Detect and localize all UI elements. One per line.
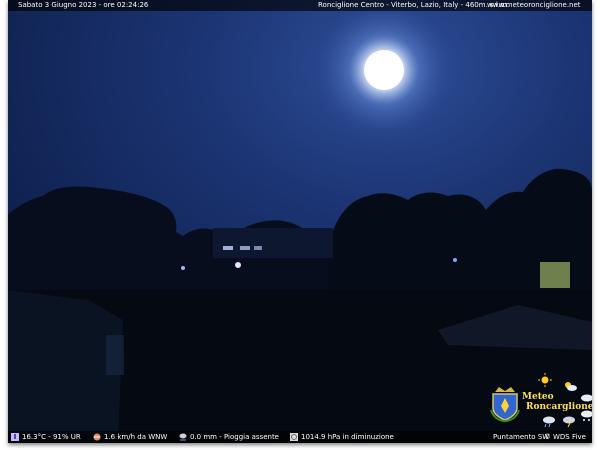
camera-model-label: WDS Five <box>553 433 586 441</box>
wind-value: 1.6 km/h da WNW <box>104 433 168 441</box>
overlay-bottom-bar: 16.3°C - 91% UR 1.6 km/h da WNW 0.0 mm -… <box>8 431 592 443</box>
cloud-icon <box>581 394 592 402</box>
pressure-value: 1014.9 hPa in diminuzione <box>301 433 394 441</box>
rain-cloud-icon <box>543 416 555 428</box>
camera-direction-label: Puntamento SW <box>493 433 550 441</box>
rain-value: 0.0 mm - Pioggia assente <box>190 433 279 441</box>
sun-cloud-icon <box>565 382 577 391</box>
rain-icon <box>179 433 187 441</box>
barometer-icon <box>290 433 298 441</box>
logo-line-1: Meteo <box>522 392 554 402</box>
meteo-logo: Meteo Roncarglione <box>486 372 592 428</box>
storm-cloud-icon <box>563 416 575 428</box>
website-link[interactable]: www.meteoronciglione.net <box>487 0 581 11</box>
datetime-label: Sabato 3 Giugno 2023 - ore 02:24:26 <box>18 1 149 9</box>
thermometer-icon <box>11 433 19 441</box>
copyright-icon: © <box>544 433 551 441</box>
sun-icon <box>538 373 552 387</box>
coat-of-arms-icon <box>490 387 520 422</box>
wind-icon <box>93 433 101 441</box>
snow-cloud-icon <box>581 410 592 421</box>
overlay-top-bar: Sabato 3 Giugno 2023 - ore 02:24:26 Ronc… <box>8 0 592 11</box>
temperature-humidity-value: 16.3°C - 91% UR <box>22 433 81 441</box>
location-label: Ronciglione Centro - Viterbo, Lazio, Ita… <box>318 1 510 9</box>
building <box>213 228 333 258</box>
lit-window-right <box>540 262 570 288</box>
webcam-frame: Sabato 3 Giugno 2023 - ore 02:24:26 Ronc… <box>8 0 592 443</box>
moon <box>364 50 404 90</box>
